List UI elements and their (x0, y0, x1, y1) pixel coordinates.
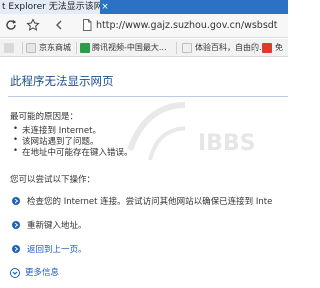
bookmark-jd-icon (26, 43, 36, 53)
page-icon (4, 43, 14, 53)
more-info-link[interactable]: 更多信息 (25, 266, 59, 278)
bookmark-baike-icon (182, 43, 192, 53)
bookmark-jd[interactable]: 京东商城 (39, 39, 71, 56)
favorite-star-icon[interactable] (26, 18, 40, 32)
bullet-arrow-icon (12, 221, 20, 229)
bullet-arrow-icon (12, 197, 20, 205)
tab-title: t Explorer 无法显示该网页 (2, 2, 100, 12)
bookmarks-bar: 京东商城 腾讯视频-中国最大... 体验百科，自由的... 免 (0, 39, 288, 57)
step-retype-address: 重新键入地址。 (27, 221, 87, 231)
divider (176, 42, 177, 54)
bookmark-free-icon (262, 43, 272, 53)
bookmark-tencent-video-icon (80, 43, 90, 53)
go-back-link[interactable]: 返回到上一页。 (27, 243, 87, 255)
bullet-arrow-icon (12, 245, 20, 253)
page-title: 此程序无法显示网页 (10, 74, 114, 88)
chevron-down-icon[interactable] (10, 268, 20, 278)
reason-item: 在地址中可能存在键入错误。 (13, 146, 132, 158)
try-heading: 您可以尝试以下操作： (10, 175, 96, 185)
bookmark-free[interactable]: 免 (275, 39, 283, 56)
refresh-icon[interactable] (4, 18, 18, 32)
bookmark-tencent-video[interactable]: 腾讯视频-中国最大... (92, 39, 167, 56)
address-input[interactable]: http://www.gajz.suzhou.gov.cn/wsbsdt (96, 14, 278, 38)
reasons-heading: 最可能的原因是： (10, 112, 79, 122)
divider (22, 42, 23, 54)
bookmark-baike[interactable]: 体验百科，自由的... (195, 39, 267, 56)
divider (8, 96, 288, 97)
watermark-text: IBBS (198, 131, 256, 156)
navigation-bar: http://www.gajz.suzhou.gov.cn/wsbsdt (0, 14, 288, 38)
active-tab[interactable]: t Explorer 无法显示该网页 (0, 0, 100, 14)
divider (254, 42, 255, 54)
page-document-icon (80, 18, 94, 32)
divider (76, 42, 77, 54)
title-bar: t Explorer 无法显示该网页 × (0, 0, 288, 14)
tab-close-button[interactable]: × (101, 0, 109, 14)
step-check-connection: 检查您的 Internet 连接。尝试访问其他网站以确保已连接到 Inte (27, 197, 273, 207)
back-arrow-icon[interactable] (52, 18, 66, 32)
